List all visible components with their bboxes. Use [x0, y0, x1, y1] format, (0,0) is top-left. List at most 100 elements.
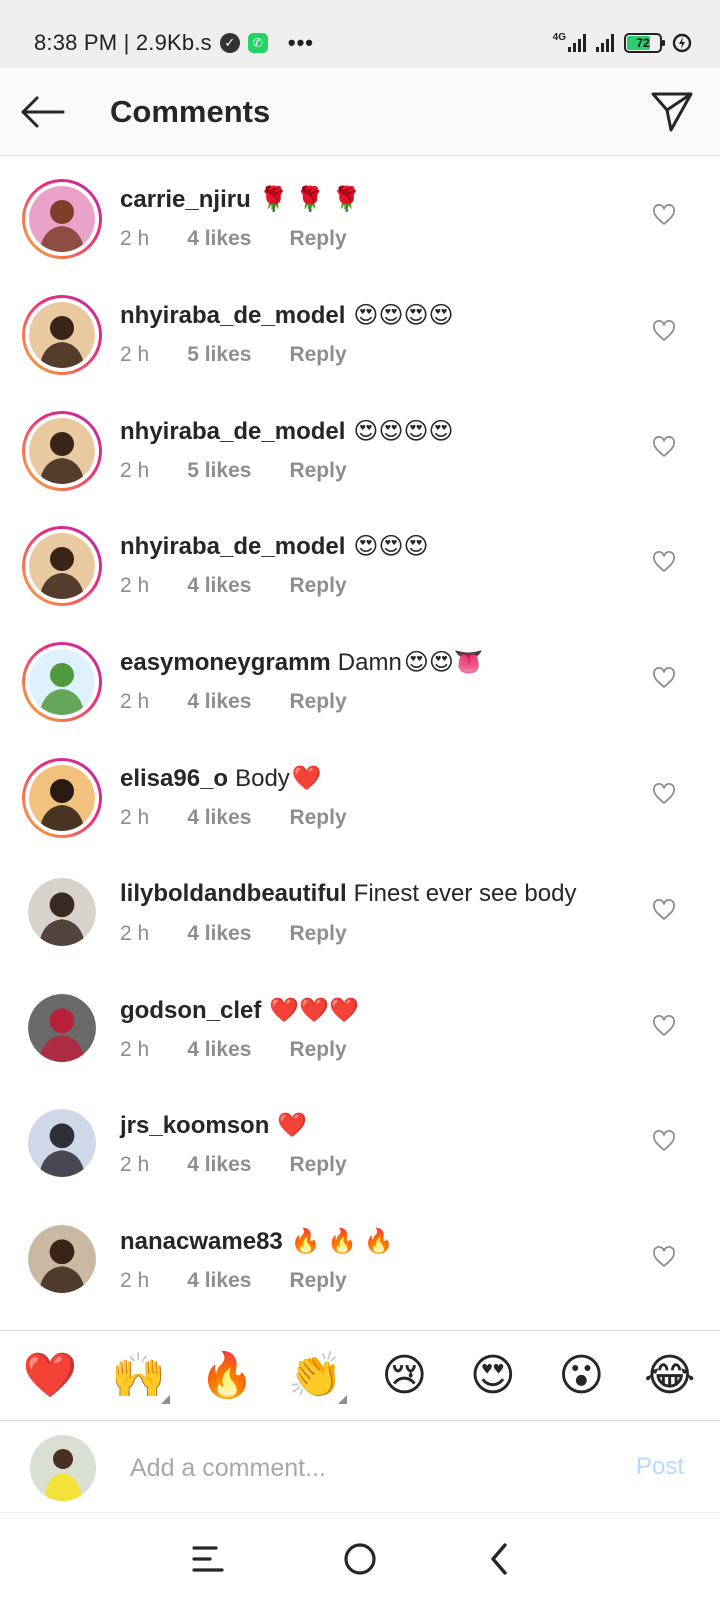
avatar[interactable]	[22, 294, 102, 375]
comments-list[interactable]: carrie_njiru 🌹 🌹 🌹 2 h 4 likes Reply nhyiraba…	[0, 157, 720, 1330]
emoji-quick-button[interactable]: 🔥	[192, 1353, 262, 1398]
comment-time: 2 h	[120, 458, 150, 482]
avatar[interactable]	[28, 993, 96, 1062]
comment-emoji: ❤️❤️❤️	[269, 996, 360, 1024]
emoji-quick-button[interactable]: 👏	[281, 1353, 351, 1404]
reply-button[interactable]: Reply	[289, 806, 346, 830]
likes-count[interactable]: 5 likes	[187, 343, 251, 367]
heart-outline-icon	[653, 667, 675, 689]
like-button[interactable]	[650, 664, 678, 692]
likes-count[interactable]: 5 likes	[187, 459, 251, 483]
reply-button[interactable]: Reply	[289, 343, 346, 367]
emoji-quick-button[interactable]: ❤️	[15, 1353, 85, 1398]
comment-row[interactable]: easymoneygramm Damn😍😍👅 2 h 4 likes Reply	[0, 620, 720, 738]
avatar[interactable]	[22, 642, 102, 723]
emoji-glyph: 😍	[469, 1350, 516, 1400]
likes-count[interactable]: 4 likes	[187, 1269, 251, 1293]
comment-username[interactable]: nhyiraba_de_model	[120, 533, 345, 560]
comment-time: 2 h	[120, 806, 150, 829]
comment-row[interactable]: godson_clef ❤️❤️❤️ 2 h 4 likes Reply	[0, 968, 720, 1086]
like-button[interactable]	[650, 548, 678, 576]
home-button[interactable]	[336, 1535, 384, 1583]
reply-button[interactable]: Reply	[289, 922, 346, 946]
comment-username[interactable]: lilyboldandbeautiful	[120, 880, 347, 907]
emoji-glyph: 😢	[381, 1350, 428, 1400]
comment-username[interactable]: elisa96_o	[120, 765, 228, 792]
comment-text: nhyiraba_de_model 😍😍😍😍	[120, 417, 454, 446]
heart-outline-icon	[653, 319, 675, 341]
like-button[interactable]	[650, 1127, 678, 1155]
back-button[interactable]	[18, 90, 66, 134]
comment-username[interactable]: easymoneygramm	[120, 649, 331, 676]
heart-outline-icon	[653, 1130, 675, 1152]
reply-button[interactable]: Reply	[289, 227, 346, 251]
heart-outline-icon	[653, 551, 675, 573]
avatar[interactable]	[22, 758, 102, 838]
avatar[interactable]	[28, 1109, 96, 1178]
likes-count[interactable]: 4 likes	[187, 227, 251, 251]
comment-body: Damn	[337, 649, 402, 677]
emoji-quick-button[interactable]: 😂	[635, 1353, 705, 1398]
comment-username[interactable]: nanacwame83	[120, 1228, 283, 1255]
send-button[interactable]	[648, 88, 696, 136]
heart-outline-icon	[653, 435, 675, 457]
comment-row[interactable]: lilyboldandbeautiful Finest ever see body…	[0, 852, 720, 970]
comment-time: 2 h	[120, 1269, 150, 1293]
like-button[interactable]	[650, 780, 678, 808]
like-button[interactable]	[650, 1012, 678, 1040]
likes-count[interactable]: 4 likes	[187, 1153, 251, 1177]
emoji-quick-button[interactable]: 🙌	[104, 1350, 174, 1404]
back-nav-button[interactable]	[476, 1535, 524, 1583]
reply-button[interactable]: Reply	[289, 459, 346, 483]
avatar[interactable]	[22, 410, 102, 491]
likes-count[interactable]: 4 likes	[187, 690, 251, 714]
reply-button[interactable]: Reply	[289, 1269, 346, 1293]
comment-meta: 2 h 4 likes Reply	[120, 922, 347, 946]
likes-count[interactable]: 4 likes	[187, 922, 251, 946]
reply-button[interactable]: Reply	[289, 690, 346, 714]
like-button[interactable]	[650, 201, 678, 229]
post-button[interactable]: Post	[636, 1453, 684, 1481]
comment-username[interactable]: nhyiraba_de_model	[120, 302, 345, 329]
avatar[interactable]	[22, 526, 102, 607]
avatar[interactable]	[28, 877, 96, 946]
likes-count[interactable]: 4 likes	[187, 574, 251, 598]
avatar[interactable]	[22, 179, 102, 259]
emoji-quick-button[interactable]: 😮	[546, 1353, 616, 1398]
heart-outline-icon	[653, 1246, 675, 1268]
comment-meta: 2 h 4 likes Reply	[120, 1038, 347, 1062]
comment-username[interactable]: jrs_koomson	[120, 1112, 269, 1139]
comment-row[interactable]: nhyiraba_de_model 😍😍😍😍 2 h 5 likes Reply	[0, 389, 720, 507]
comment-text: jrs_koomson ❤️	[120, 1111, 307, 1140]
comment-row[interactable]: carrie_njiru 🌹 🌹 🌹 2 h 4 likes Reply	[0, 157, 720, 275]
like-button[interactable]	[650, 433, 678, 461]
recents-button[interactable]	[184, 1535, 232, 1583]
like-button[interactable]	[650, 896, 678, 924]
like-button[interactable]	[650, 317, 678, 345]
comment-emoji: 🔥 🔥 🔥	[290, 1228, 394, 1256]
comment-username[interactable]: carrie_njiru	[120, 186, 251, 213]
emoji-quick-button[interactable]: 😍	[458, 1350, 528, 1400]
comment-row[interactable]: nhyiraba_de_model 😍😍😍😍 2 h 5 likes Reply	[0, 273, 720, 391]
emoji-quick-button[interactable]: 😢	[369, 1350, 439, 1400]
comment-row[interactable]: nanacwame83 🔥 🔥 🔥 2 h 4 likes Reply	[0, 1199, 720, 1317]
status-time: 8:38 PM | 2.9Kb.s	[34, 30, 212, 55]
comment-row[interactable]: elisa96_o Body❤️ 2 h 4 likes Reply	[0, 736, 720, 854]
comment-meta: 2 h 4 likes Reply	[120, 227, 347, 251]
comment-username[interactable]: nhyiraba_de_model	[120, 418, 345, 445]
reply-button[interactable]: Reply	[289, 1153, 346, 1177]
like-button[interactable]	[650, 1243, 678, 1271]
comment-row[interactable]: nhyiraba_de_model 😍😍😍 2 h 4 likes Reply	[0, 504, 720, 622]
comment-time: 2 h	[120, 1037, 150, 1061]
comment-username[interactable]: godson_clef	[120, 997, 261, 1024]
likes-count[interactable]: 4 likes	[187, 806, 251, 830]
comment-text: easymoneygramm Damn😍😍👅	[120, 648, 484, 677]
comment-input[interactable]	[130, 1445, 590, 1491]
reply-button[interactable]: Reply	[289, 1038, 346, 1062]
likes-count[interactable]: 4 likes	[187, 1038, 251, 1062]
arrow-left-icon	[21, 96, 65, 128]
emoji-glyph: 🙌	[111, 1350, 167, 1400]
avatar[interactable]	[28, 1225, 96, 1294]
comment-row[interactable]: jrs_koomson ❤️ 2 h 4 likes Reply	[0, 1083, 720, 1201]
reply-button[interactable]: Reply	[289, 574, 346, 598]
